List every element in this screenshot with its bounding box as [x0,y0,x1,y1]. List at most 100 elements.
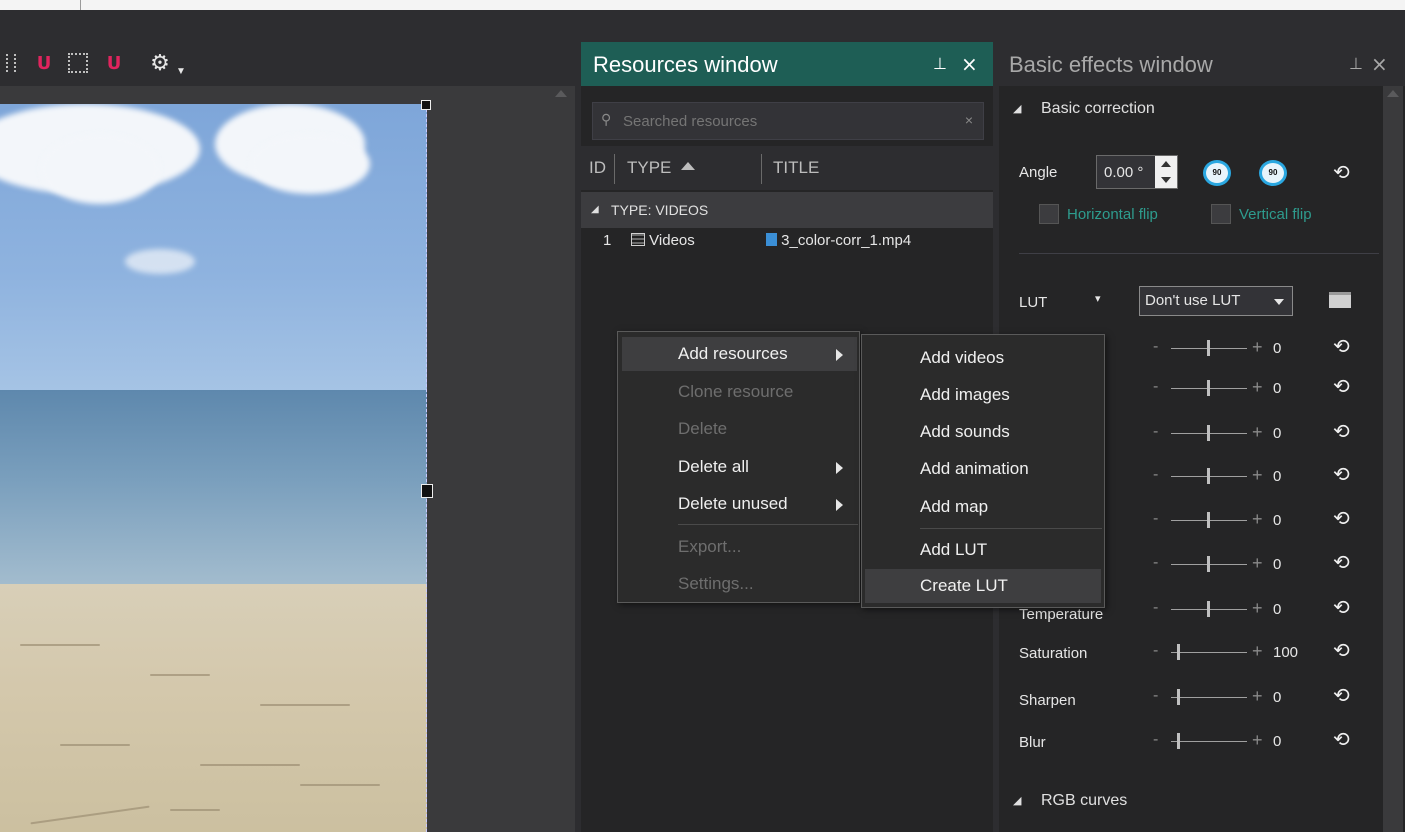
increase-icon[interactable] [1155,156,1177,172]
group-row[interactable]: ◢ TYPE: VIDEOS [581,192,993,228]
horizontal-flip-checkbox[interactable] [1039,204,1059,224]
reset-icon[interactable]: ⟲ [1333,419,1350,443]
vertical-flip-checkbox[interactable] [1211,204,1231,224]
slider-label: Sharpen [1019,692,1076,709]
rotate-right-icon[interactable]: 90 [1259,160,1287,186]
lut-select[interactable]: Don't use LUT [1139,286,1293,316]
reset-icon[interactable]: ⟲ [1333,595,1350,619]
resize-handle[interactable] [421,484,433,498]
slider-value: 0 [1273,601,1282,618]
reset-icon[interactable]: ⟲ [1333,334,1350,358]
snap-magnet-alt-icon[interactable]: U [102,52,126,74]
column-title[interactable]: TITLE [773,158,819,178]
row-id: 1 [603,232,612,249]
slider-label: Saturation [1019,645,1088,662]
menu-item-add-resources[interactable]: Add resources [622,337,857,371]
chevron-down-icon [1274,299,1284,305]
submenu-arrow-icon [836,349,843,361]
slider-value: 0 [1273,468,1282,485]
gear-icon[interactable]: ⚙ [146,51,174,76]
scroll-up-icon[interactable] [555,90,567,97]
menu-item-add-animation[interactable]: Add animation [862,452,1102,486]
reset-icon[interactable]: ⟲ [1333,638,1350,662]
menu-item-export: Export... [678,537,742,556]
vertical-flip-label: Vertical flip [1239,206,1312,223]
column-id[interactable]: ID [589,158,606,178]
snap-magnet-icon[interactable]: U [32,52,56,74]
collapse-triangle-icon[interactable]: ◢ [1013,794,1021,807]
slider[interactable]: - +0 [1153,509,1298,530]
effects-scrollbar[interactable] [1383,86,1403,832]
snap-frame-icon[interactable] [66,52,90,74]
section-basic-correction[interactable]: Basic correction [1041,100,1155,118]
chevron-down-icon[interactable]: ▼ [174,60,188,82]
reset-icon[interactable]: ⟲ [1333,374,1350,398]
submenu-arrow-icon [836,462,843,474]
horizontal-flip-label: Horizontal flip [1067,206,1158,223]
divider [1019,253,1379,254]
menu-item-add-map[interactable]: Add map [862,490,1102,524]
reset-icon[interactable]: ⟲ [1333,727,1350,751]
slider[interactable]: - +0 [1153,465,1298,486]
section-rgb-curves[interactable]: RGB curves [1041,792,1127,810]
close-icon[interactable]: × [1371,52,1388,76]
menu-item-delete-all[interactable]: Delete all [618,450,858,484]
menu-item-delete-unused[interactable]: Delete unused [618,487,858,521]
search-box: ⚲ × [592,102,984,140]
saturation-slider[interactable]: - +100 [1153,641,1299,662]
slider[interactable]: - +0 [1153,337,1298,358]
submenu-arrow-icon [836,499,843,511]
reset-icon[interactable]: ⟲ [1333,506,1350,530]
pin-icon[interactable]: ⊥ [1349,54,1363,73]
reset-icon[interactable]: ⟲ [1333,683,1350,707]
menu-separator [920,528,1102,529]
close-icon[interactable]: × [961,52,978,76]
slider[interactable]: - +0 [1153,553,1298,574]
decrease-icon[interactable] [1155,172,1177,188]
video-icon [631,233,645,246]
cloud [40,134,160,204]
menu-item-add-sounds[interactable]: Add sounds [862,415,1102,449]
beach-video-frame[interactable] [0,104,427,832]
selection-border [426,104,428,832]
menu-item-add-videos[interactable]: Add videos [862,341,1102,375]
resize-handle[interactable] [421,100,431,110]
rotate-left-icon[interactable]: 90 [1203,160,1231,186]
basic-effects-titlebar: Basic effects window ⊥ × [999,42,1405,86]
grid-dots-icon[interactable] [4,52,18,74]
sand [0,584,427,832]
chevron-down-icon[interactable]: ▾ [1095,292,1101,305]
angle-value: 0.00 ° [1104,164,1144,181]
reset-icon[interactable]: ⟲ [1333,160,1350,184]
menu-item-add-lut[interactable]: Add LUT [862,533,1102,567]
menu-item-create-lut[interactable]: Create LUT [865,569,1101,603]
pin-icon[interactable]: ⊥ [933,54,947,73]
slider-value: 100 [1273,644,1299,661]
temperature-slider[interactable]: - +0 [1153,598,1298,619]
basic-effects-title: Basic effects window [1009,52,1213,77]
collapse-triangle-icon[interactable]: ◢ [591,204,599,215]
cloud [125,249,195,274]
column-type[interactable]: TYPE [627,158,671,178]
menu-item-settings: Settings... [678,574,754,593]
blur-slider[interactable]: - +0 [1153,730,1298,751]
search-input[interactable] [623,110,953,132]
menu-item-add-images[interactable]: Add images [862,378,1102,412]
file-icon [766,233,777,246]
slider[interactable]: - +0 [1153,377,1298,398]
sharpen-slider[interactable]: - +0 [1153,686,1298,707]
scroll-up-icon[interactable] [1387,90,1399,97]
collapse-triangle-icon[interactable]: ◢ [1013,102,1021,115]
slider-value: 0 [1273,556,1282,573]
folder-icon[interactable] [1329,292,1351,308]
reset-icon[interactable]: ⟲ [1333,462,1350,486]
clear-search-icon[interactable]: × [965,112,973,128]
column-header: ID TYPE TITLE [581,146,993,190]
canvas-scrollbar[interactable] [548,86,574,832]
angle-label: Angle [1019,164,1058,181]
table-row[interactable]: 1 Videos 3_color-corr_1.mp4 [581,230,993,254]
slider[interactable]: - +0 [1153,422,1298,443]
reset-icon[interactable]: ⟲ [1333,550,1350,574]
slider-label: Temperature [1019,606,1104,623]
angle-spinner[interactable]: 0.00 ° [1096,155,1178,189]
